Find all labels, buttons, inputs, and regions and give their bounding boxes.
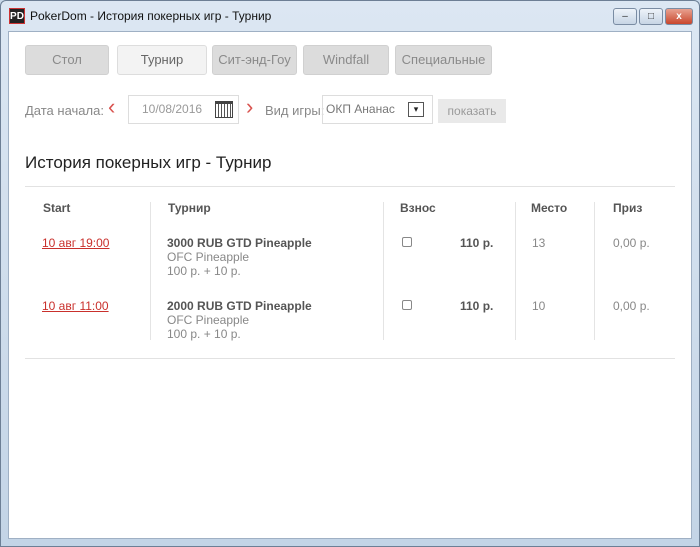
header-buyin: Взнос xyxy=(400,201,436,215)
tab-special[interactable]: Специальные xyxy=(395,45,492,75)
date-input[interactable]: 10/08/2016 xyxy=(128,95,239,124)
maximize-button[interactable]: □ xyxy=(639,8,663,25)
window-title: PokerDom - История покерных игр - Турнир xyxy=(30,9,272,23)
page-title: История покерных игр - Турнир xyxy=(25,153,272,172)
calendar-icon[interactable] xyxy=(215,101,233,118)
content-area: Стол Турнир Сит-энд-Гоу Windfall Специал… xyxy=(8,31,692,539)
tab-windfall[interactable]: Windfall xyxy=(303,45,389,75)
date-label: Дата начала: xyxy=(25,103,104,118)
tab-table[interactable]: Стол xyxy=(25,45,109,75)
minimize-button[interactable]: – xyxy=(613,8,637,25)
divider xyxy=(25,358,675,359)
wallet-icon xyxy=(402,237,412,247)
tournament-name: 3000 RUB GTD Pineapple xyxy=(167,236,312,250)
game-type-label: Вид игры: xyxy=(265,103,325,118)
place: 10 xyxy=(532,299,546,313)
prize: 0,00 р. xyxy=(613,236,650,250)
column-divider xyxy=(383,202,384,340)
tournament-name: 2000 RUB GTD Pineapple xyxy=(167,299,312,313)
prev-date-button[interactable]: ‹ xyxy=(108,96,115,118)
close-button[interactable]: x xyxy=(665,8,693,25)
title-bar: PD PokerDom - История покерных игр - Тур… xyxy=(1,1,699,31)
header-start: Start xyxy=(43,201,71,215)
header-place: Место xyxy=(531,201,568,215)
game-type-value: ОКП Ананас xyxy=(326,102,395,116)
buyin-detail: 100 р. + 10 р. xyxy=(167,264,241,278)
window-frame: PD PokerDom - История покерных игр - Тур… xyxy=(0,0,700,547)
start-link[interactable]: 10 авг 19:00 xyxy=(42,236,109,250)
place: 13 xyxy=(532,236,546,250)
chevron-down-icon[interactable]: ▾ xyxy=(408,102,424,117)
game-type: OFC Pineapple xyxy=(167,250,250,264)
header-tournament: Турнир xyxy=(168,201,211,215)
buyin-detail: 100 р. + 10 р. xyxy=(167,327,241,341)
date-value: 10/08/2016 xyxy=(142,102,203,116)
tab-tournament[interactable]: Турнир xyxy=(117,45,207,75)
game-type-select[interactable]: ОКП Ананас ▾ xyxy=(322,95,433,124)
buyin-total: 110 р. xyxy=(460,236,494,250)
game-type: OFC Pineapple xyxy=(167,313,250,327)
column-divider xyxy=(594,202,595,340)
buyin-total: 110 р. xyxy=(460,299,494,313)
header-prize: Приз xyxy=(613,201,643,215)
app-logo-icon: PD xyxy=(9,8,25,24)
column-divider xyxy=(150,202,151,340)
next-date-button[interactable]: › xyxy=(246,96,253,118)
prize: 0,00 р. xyxy=(613,299,650,313)
start-link[interactable]: 10 авг 11:00 xyxy=(42,299,109,313)
wallet-icon xyxy=(402,300,412,310)
column-divider xyxy=(515,202,516,340)
tab-sit-and-go[interactable]: Сит-энд-Гоу xyxy=(212,45,297,75)
show-button[interactable]: показать xyxy=(438,99,506,123)
divider xyxy=(25,186,675,187)
